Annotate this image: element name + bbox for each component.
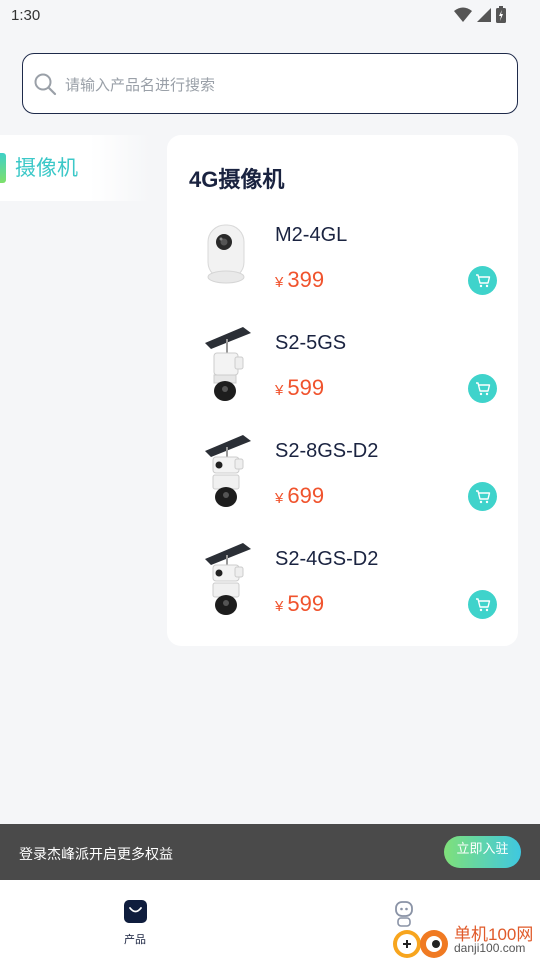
section-title: 4G摄像机 (189, 167, 285, 192)
add-to-cart-button[interactable] (468, 374, 497, 403)
search-icon (34, 73, 57, 96)
product-price: ¥699 (275, 483, 324, 509)
status-time: 1:30 (11, 7, 41, 24)
product-name: S2-8GS-D2 (275, 440, 379, 462)
product-item[interactable]: S2-8GS-D2 ¥699 (167, 433, 518, 533)
sidebar-item-label: 摄像机 (15, 157, 78, 180)
tab-products[interactable]: 产品 (112, 900, 158, 946)
tab-label: 产品 (124, 934, 146, 946)
battery-icon (496, 6, 506, 23)
cart-icon (475, 489, 490, 503)
product-item[interactable]: M2-4GL ¥399 (167, 217, 518, 317)
indoor-dome-camera-image (207, 224, 245, 284)
price-value: 599 (287, 375, 325, 400)
add-to-cart-button[interactable] (468, 590, 497, 619)
currency-symbol: ¥ (275, 490, 284, 507)
product-price: ¥599 (275, 591, 324, 617)
login-banner: 登录杰峰派开启更多权益 立即入驻 (0, 824, 540, 880)
signal-icon (477, 7, 491, 22)
product-price: ¥599 (275, 375, 324, 401)
join-now-button[interactable]: 立即入驻 (444, 836, 521, 868)
currency-symbol: ¥ (275, 598, 284, 615)
shopping-bag-icon (123, 900, 147, 923)
product-price: ¥399 (275, 267, 324, 293)
solar-dual-lens-camera-image (205, 435, 251, 507)
product-list-card: 4G摄像机 M2-4GL ¥399 S2-5GS ¥599 S2-8GS-D2 … (167, 135, 518, 646)
solar-dual-lens-camera-image (205, 543, 251, 615)
solar-camera-image (205, 327, 251, 401)
selected-indicator (0, 153, 6, 183)
product-name: S2-5GS (275, 332, 347, 354)
add-to-cart-button[interactable] (468, 266, 497, 295)
watermark-url: danji100.com (454, 941, 526, 955)
wifi-icon (454, 7, 472, 22)
cart-icon (475, 273, 490, 287)
status-icons (454, 6, 506, 23)
sidebar-item-cameras[interactable]: 摄像机 (0, 135, 150, 201)
currency-symbol: ¥ (275, 382, 284, 399)
currency-symbol: ¥ (275, 274, 284, 291)
search-input[interactable]: 请输入产品名进行搜索 (22, 53, 518, 114)
product-name: S2-4GS-D2 (275, 548, 379, 570)
product-item[interactable]: S2-5GS ¥599 (167, 325, 518, 425)
cart-icon (475, 597, 490, 611)
status-bar: 1:30 (0, 0, 540, 32)
product-item[interactable]: S2-4GS-D2 ¥599 (167, 541, 518, 641)
price-value: 699 (287, 483, 325, 508)
add-to-cart-button[interactable] (468, 482, 497, 511)
banner-text: 登录杰峰派开启更多权益 (19, 846, 173, 862)
price-value: 599 (287, 591, 325, 616)
watermark-icon (393, 930, 448, 958)
search-placeholder: 请输入产品名进行搜索 (65, 77, 216, 94)
cart-icon (475, 381, 490, 395)
price-value: 399 (287, 267, 325, 292)
product-name: M2-4GL (275, 224, 348, 246)
watermark-logo: 单机100网 danji100.com (390, 916, 540, 960)
